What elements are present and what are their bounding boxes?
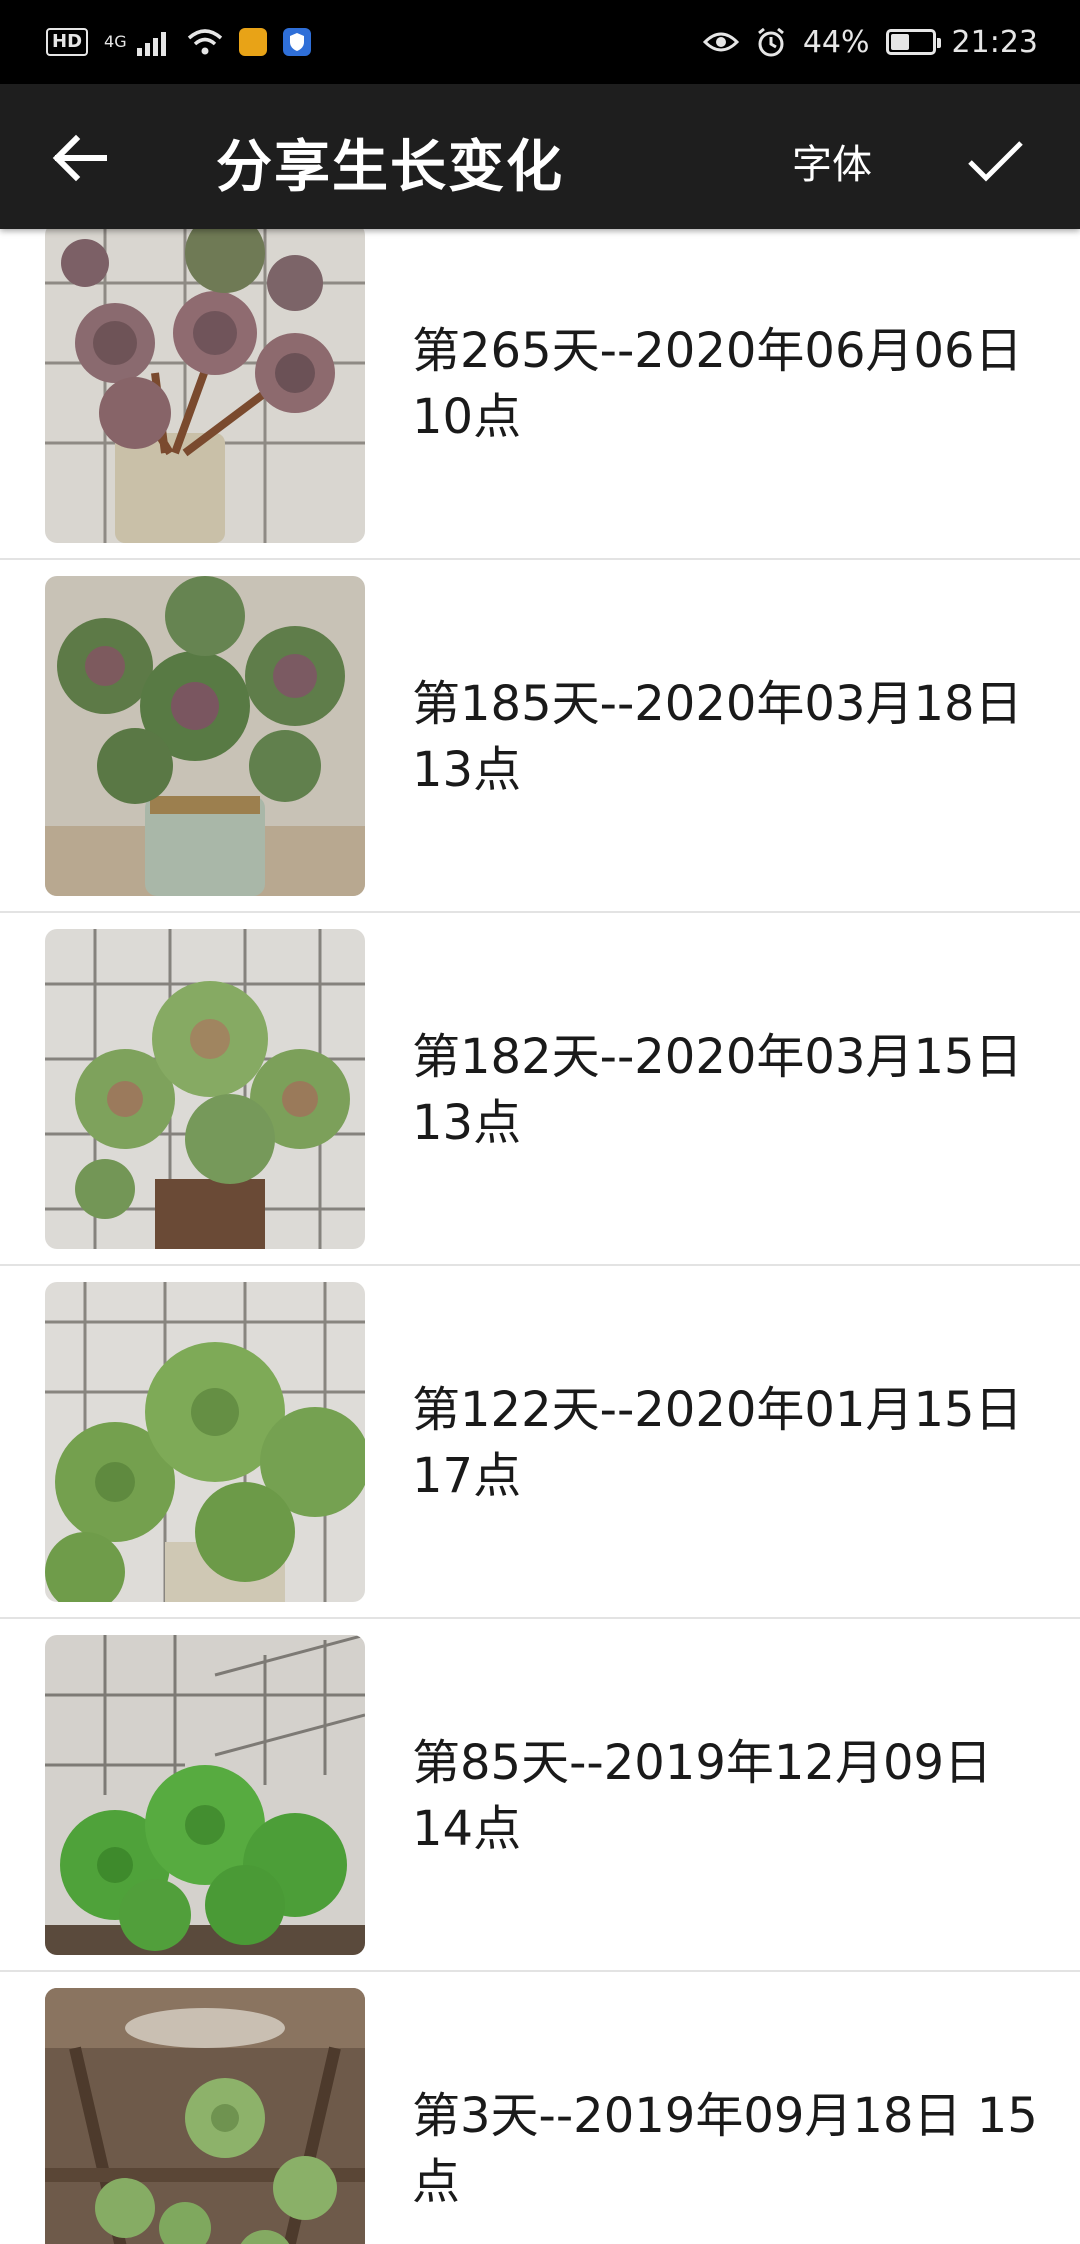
entry-label: 第265天--2020年06月06日 10点: [412, 229, 1042, 560]
entry-hour: 17点: [412, 1447, 522, 1504]
plant-photo[interactable]: [45, 229, 365, 543]
checkmark-icon: [968, 141, 1023, 182]
screen: HD 4G 44% 21:23 分享生长变化 字体 第265天--2020年06…: [0, 0, 1080, 2244]
entry-hour: 13点: [412, 1094, 522, 1151]
list-item[interactable]: 第85天--2019年12月09日 14点: [0, 1619, 1080, 1972]
entry-day-date: 第3天--2019年09月18日 15: [412, 2087, 1038, 2144]
list-item[interactable]: 第185天--2020年03月18日 13点: [0, 560, 1080, 913]
signal-icon: [136, 28, 171, 56]
arrow-left-icon: [52, 134, 107, 182]
alarm-icon: [755, 26, 787, 58]
entry-label: 第3天--2019年09月18日 15 点: [412, 1972, 1042, 2244]
entry-label: 第122天--2020年01月15日 17点: [412, 1266, 1042, 1619]
network-type-label: 4G: [104, 32, 127, 51]
plant-photo[interactable]: [45, 929, 365, 1249]
confirm-button[interactable]: [950, 120, 1040, 200]
status-bar-right: 44% 21:23: [702, 24, 1038, 60]
battery-fill: [890, 34, 909, 50]
font-button[interactable]: 字体: [792, 132, 872, 190]
battery-percent: 44%: [802, 24, 870, 60]
entry-label: 第85天--2019年12月09日 14点: [412, 1619, 1042, 1972]
growth-entry-list[interactable]: 第265天--2020年06月06日 10点 第185天--2020年03月18…: [0, 229, 1080, 2244]
entry-day-date: 第185天--2020年03月18日: [412, 675, 1023, 732]
page-title: 分享生长变化: [216, 135, 564, 200]
entry-hour: 点: [412, 2153, 461, 2210]
entry-label: 第182天--2020年03月15日 13点: [412, 913, 1042, 1266]
plant-photo[interactable]: [45, 576, 365, 896]
clock: 21:23: [951, 24, 1038, 60]
entry-hour: 10点: [412, 388, 522, 445]
plant-photo[interactable]: [45, 1988, 365, 2244]
back-button[interactable]: [40, 118, 120, 198]
plant-photo[interactable]: [45, 1635, 365, 1955]
eye-icon: [702, 30, 739, 54]
wifi-icon: [187, 28, 223, 56]
status-bar-left: HD 4G: [46, 28, 311, 56]
entry-day-date: 第182天--2020年03月15日: [412, 1028, 1023, 1085]
shield-app-icon: [282, 28, 311, 56]
app-toolbar: 分享生长变化 字体: [0, 84, 1080, 229]
entry-label: 第185天--2020年03月18日 13点: [412, 560, 1042, 913]
entry-day-date: 第85天--2019年12月09日: [412, 1734, 993, 1791]
plant-photo[interactable]: [45, 1282, 365, 1602]
hd-icon: HD: [46, 28, 89, 56]
entry-hour: 14点: [412, 1800, 522, 1857]
list-item[interactable]: 第182天--2020年03月15日 13点: [0, 913, 1080, 1266]
battery-icon: [885, 29, 941, 55]
entry-day-date: 第122天--2020年01月15日: [412, 1381, 1023, 1438]
status-bar: HD 4G 44% 21:23: [0, 0, 1080, 84]
app-notification-icon: [238, 28, 267, 56]
list-item[interactable]: 第265天--2020年06月06日 10点: [0, 229, 1080, 560]
entry-hour: 13点: [412, 741, 522, 798]
growth-entry-list-content: 第265天--2020年06月06日 10点 第185天--2020年03月18…: [0, 229, 1080, 2244]
list-item[interactable]: 第3天--2019年09月18日 15 点: [0, 1972, 1080, 2244]
list-item[interactable]: 第122天--2020年01月15日 17点: [0, 1266, 1080, 1619]
entry-day-date: 第265天--2020年06月06日: [412, 322, 1023, 379]
